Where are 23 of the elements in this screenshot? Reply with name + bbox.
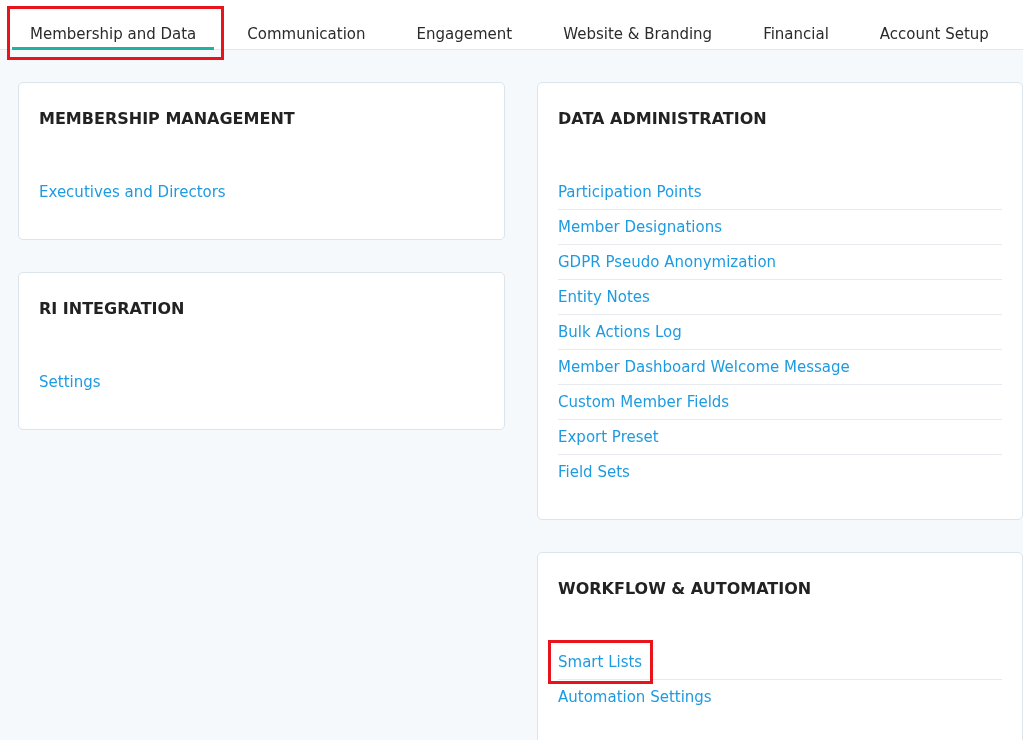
section-title: DATA ADMINISTRATION bbox=[558, 109, 768, 129]
settings-link[interactable]: Bulk Actions Log bbox=[558, 323, 682, 341]
settings-link[interactable]: Member Dashboard Welcome Message bbox=[558, 358, 850, 376]
tab[interactable]: Account Setup bbox=[861, 9, 1007, 50]
settings-link[interactable]: Member Designations bbox=[558, 218, 722, 236]
tab[interactable]: Engagement bbox=[398, 9, 531, 50]
settings-link[interactable]: Smart Lists bbox=[558, 653, 643, 671]
tab[interactable]: Financial bbox=[745, 9, 847, 50]
tab[interactable]: Website & Branding bbox=[545, 9, 731, 50]
settings-link[interactable]: GDPR Pseudo Anonymization bbox=[558, 253, 777, 271]
section-title: MEMBERSHIP MANAGEMENT bbox=[39, 109, 296, 129]
settings-link[interactable]: Participation Points bbox=[558, 183, 702, 201]
tab[interactable]: Communication bbox=[229, 9, 384, 50]
tab[interactable]: Membership and Data bbox=[12, 9, 215, 50]
settings-link[interactable]: Entity Notes bbox=[558, 288, 650, 306]
settings-link[interactable]: Export Preset bbox=[558, 428, 659, 446]
section-title: RI INTEGRATION bbox=[39, 299, 186, 319]
settings-link[interactable]: Settings bbox=[39, 373, 101, 391]
settings-link[interactable]: Field Sets bbox=[558, 463, 630, 481]
settings-link[interactable]: Automation Settings bbox=[558, 688, 712, 706]
settings-link[interactable]: Custom Member Fields bbox=[558, 393, 730, 411]
section-title: WORKFLOW & AUTOMATION bbox=[558, 579, 813, 599]
settings-link[interactable]: Executives and Directors bbox=[39, 183, 226, 201]
